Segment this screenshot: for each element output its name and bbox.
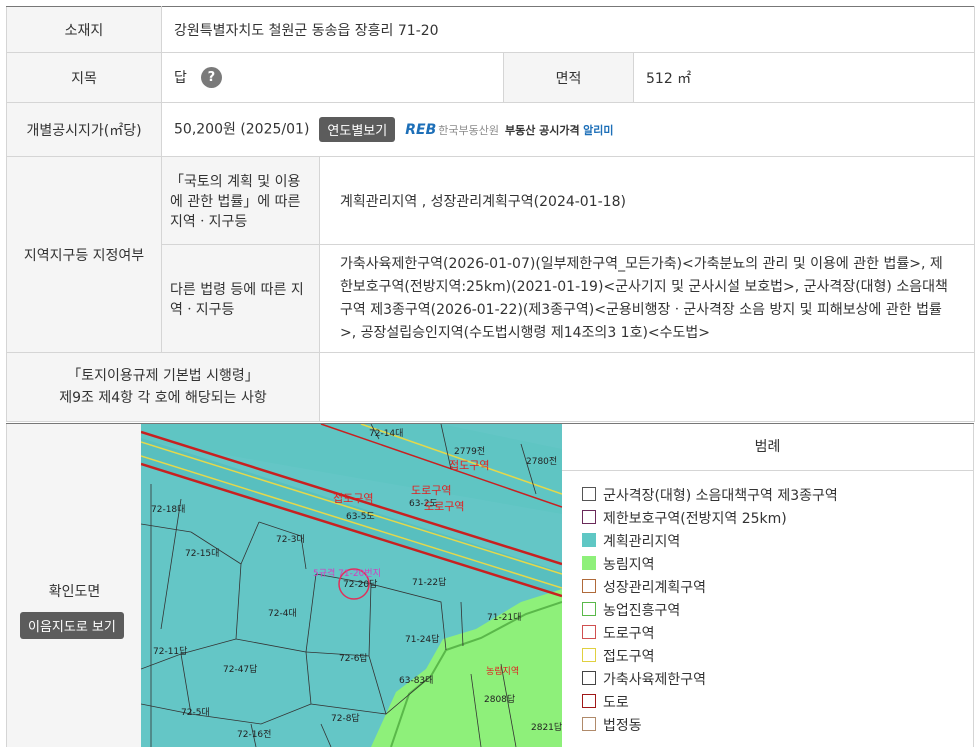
legend-label: 법정동 [603, 718, 642, 734]
cadastral-map[interactable]: 72-14대 2779전 2780전 72-18대 72-15대 72-3대 7… [141, 424, 562, 747]
zoning-sub1-value: 계획관리지역 , 성장관리계획구역(2024-01-18) [319, 156, 975, 245]
zone-label: 접도구역 [449, 459, 489, 472]
legend-swatch [582, 510, 596, 524]
land-use-info-page: 소재지 강원특별자치도 철원군 동송읍 장흥리 71-20 지목 답? 면적 5… [0, 0, 979, 747]
legend-label: 농림지역 [603, 557, 655, 573]
legend-item: 가축사육제한구역 [582, 669, 973, 692]
legend-label: 제한보호구역(전방지역 25km) [603, 511, 787, 527]
legend-swatch [582, 579, 596, 593]
legend-swatch [582, 556, 596, 570]
legend-label: 접도구역 [603, 649, 655, 665]
zoning-sub2-label: 다른 법령 등에 따른 지역ㆍ지구등 [161, 244, 320, 353]
map-section-label-cell: 확인도면 이음지도로 보기 [6, 424, 142, 747]
parcel-label: 71-24답 [405, 633, 439, 645]
legend-swatch [582, 602, 596, 616]
legend-item: 제한보호구역(전방지역 25km) [582, 508, 973, 531]
zone-label: 도로구역 [424, 500, 464, 513]
legend-item: 도로 [582, 692, 973, 715]
parcel-label: 63-5도 [346, 512, 375, 522]
map-section: 확인도면 이음지도로 보기 72-14대 2779전 2780전 72-18대 … [6, 423, 974, 747]
land-price-label: 개별공시지가(㎡당) [6, 102, 162, 157]
cadastral-map-svg: 72-14대 2779전 2780전 72-18대 72-15대 72-3대 7… [141, 424, 562, 747]
parcel-label: 72-20답 [343, 578, 377, 590]
legend-panel: 범례 군사격장(대형) 소음대책구역 제3종구역제한보호구역(전방지역 25km… [562, 424, 974, 747]
legend-label: 도로 [603, 695, 629, 711]
land-info-table: 소재지 강원특별자치도 철원군 동송읍 장흥리 71-20 지목 답? 면적 5… [6, 6, 975, 422]
zone-label: 접도구역 [333, 492, 373, 505]
yearly-view-button[interactable]: 연도별보기 [319, 117, 396, 142]
zoning-label: 지역지구등 지정여부 [6, 156, 162, 353]
legend-swatch [582, 671, 596, 685]
eum-map-button[interactable]: 이음지도로 보기 [20, 612, 124, 639]
zone-label: 도로구역 [411, 484, 451, 497]
legend-swatch [582, 625, 596, 639]
parcel-label: 72-3대 [276, 534, 305, 545]
parcel-label: 71-22답 [412, 576, 446, 588]
address-value: 강원특별자치도 철원군 동송읍 장흥리 71-20 [161, 6, 975, 53]
zone-label: 농림지역 [486, 665, 519, 677]
address-label: 소재지 [6, 6, 162, 53]
zoning-sub1-label: 「국토의 계획 및 이용에 관한 법률」에 따른 지역ㆍ지구등 [161, 156, 320, 245]
parcel-label: 72-14대 [369, 428, 403, 439]
parcel-label: 72-6답 [339, 652, 368, 664]
parcel-label: 2808답 [484, 693, 515, 705]
legend-swatch [582, 694, 596, 708]
parcel-label: 2780전 [526, 456, 557, 467]
parcel-label: 72-8답 [331, 712, 360, 724]
map-section-label: 확인도면 [48, 584, 101, 600]
reb-logo: REB [405, 121, 437, 138]
regulation-label-1: 「토지이용규제 기본법 시행령」 [67, 368, 259, 384]
legend-label: 계획관리지역 [603, 534, 681, 550]
parcel-label: 2779전 [454, 446, 485, 457]
legend-item: 성장관리계획구역 [582, 577, 973, 600]
legend-label: 도로구역 [603, 626, 655, 642]
parcel-label: 63-83대 [399, 675, 433, 686]
parcel-label: 72-5대 [181, 707, 210, 718]
area-label: 면적 [503, 52, 634, 103]
legend-item: 법정동 [582, 715, 973, 738]
legend-swatch [582, 487, 596, 501]
parcel-label: 72-11답 [153, 645, 187, 657]
zoning-sub2-value: 가축사육제한구역(2026-01-07)(일부제한구역_모든가축)<가축분뇨의 … [319, 244, 975, 353]
regulation-value [319, 352, 975, 422]
parcel-label: 71-21대 [487, 612, 521, 623]
legend-title: 범례 [562, 424, 973, 471]
land-category-label: 지목 [6, 52, 162, 103]
parcel-label: 2821답 [531, 721, 562, 733]
parcel-label: 72-4대 [268, 608, 297, 619]
legend-label: 농업진흥구역 [603, 603, 681, 619]
legend-item: 접도구역 [582, 646, 973, 669]
help-icon[interactable]: ? [200, 67, 222, 89]
land-category-value: 답 [174, 69, 187, 86]
legend-item: 군사격장(대형) 소음대책구역 제3종구역 [582, 485, 973, 508]
legend-swatch [582, 533, 596, 547]
legend-item: 농업진흥구역 [582, 600, 973, 623]
parcel-label: 72-16전 [237, 729, 271, 740]
legend-label: 성장관리계획구역 [603, 580, 707, 596]
legend-list: 군사격장(대형) 소음대책구역 제3종구역제한보호구역(전방지역 25km) 계획… [562, 471, 973, 738]
area-value: 512 ㎡ [633, 52, 975, 103]
reb-price-alarm-link[interactable]: REB 한국부동산원 부동산 공시가격 알리미 [405, 122, 613, 138]
land-price-value: 50,200원 (2025/01) [174, 121, 310, 138]
parcel-label: 72-15대 [185, 548, 219, 559]
legend-swatch [582, 717, 596, 731]
legend-item: 농림지역 [582, 554, 973, 577]
legend-swatch [582, 648, 596, 662]
parcel-label: 72-18대 [151, 504, 185, 515]
parcel-label: 72-47답 [223, 663, 257, 675]
legend-label: 군사격장(대형) 소음대책구역 제3종구역 [603, 488, 838, 504]
legend-label: 가축사육제한구역 [603, 672, 707, 688]
subject-parcel-label: 5규격 71-20번지 [313, 567, 381, 579]
regulation-label-2: 제9조 제4항 각 호에 해당되는 사항 [59, 390, 267, 406]
legend-item: 계획관리지역 [582, 531, 973, 554]
legend-item: 도로구역 [582, 623, 973, 646]
